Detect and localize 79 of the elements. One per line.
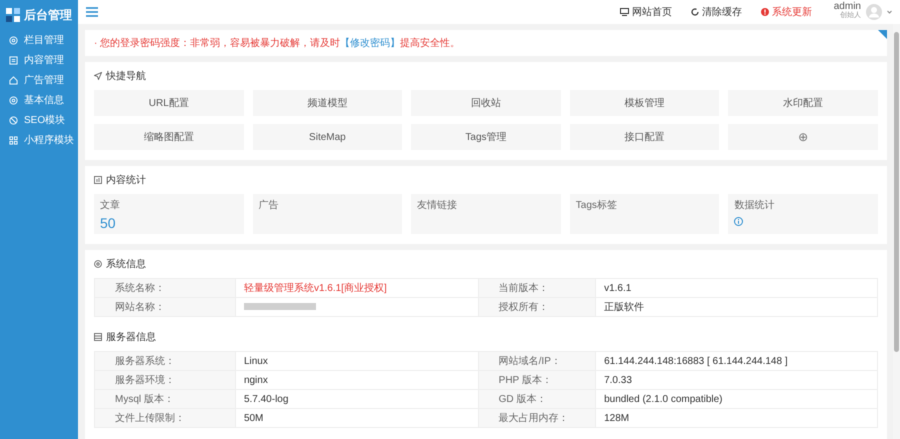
- ban-icon: [9, 116, 18, 124]
- field-label: 最大占用内存：: [478, 408, 596, 428]
- password-warning: · 您的登录密码强度：非常弱，容易被暴力破解，请及时【修改密码】提高安全性。: [94, 36, 462, 50]
- shortcut-button[interactable]: 模板管理: [570, 90, 720, 116]
- stat-label: Tags标签: [576, 198, 618, 212]
- stat-label: 文章: [100, 198, 121, 212]
- top-link[interactable]: 系统更新: [761, 5, 812, 19]
- shortcut-button[interactable]: 接口配置: [570, 124, 720, 150]
- shortcut-button[interactable]: SiteMap: [252, 124, 402, 150]
- send-icon: [94, 72, 102, 80]
- chart-icon: [94, 176, 102, 184]
- field-value: bundled (2.1.0 compatible): [596, 390, 878, 408]
- doc-icon: [9, 56, 18, 64]
- field-value: 61.144.244.148:16883 [ 61.144.244.148 ]: [596, 352, 878, 370]
- shortcut-button[interactable]: 缩略图配置: [94, 124, 244, 150]
- change-password-link[interactable]: 【修改密码】: [340, 38, 400, 49]
- sidebar-item[interactable]: 内容管理: [0, 50, 78, 70]
- caret-icon[interactable]: [887, 10, 892, 14]
- section-title: 服务器信息: [106, 330, 156, 344]
- field-label: GD 版本：: [478, 390, 596, 408]
- field-label: 文件上传限制：: [94, 408, 236, 428]
- top-link[interactable]: 清除缓存: [691, 5, 742, 19]
- sidebar-item[interactable]: 广告管理: [0, 70, 78, 90]
- field-label: 当前版本：: [478, 278, 596, 298]
- section-title: 内容统计: [106, 174, 146, 187]
- logo-text: 后台管理: [24, 6, 72, 24]
- field-value: 正版软件: [596, 298, 878, 316]
- grid-icon: [9, 136, 18, 144]
- stat-tile[interactable]: 友情链接: [411, 194, 561, 234]
- logo-icon: [6, 8, 21, 22]
- field-label: 服务器系统：: [94, 352, 236, 370]
- field-value: 7.0.33: [596, 370, 878, 390]
- menu-icon[interactable]: [86, 7, 98, 17]
- stat-label: 数据统计: [734, 198, 776, 212]
- field-label: 网站名称：: [94, 298, 236, 316]
- alert-icon: [761, 8, 769, 16]
- refresh-icon: [691, 8, 699, 16]
- field-value: 128M: [596, 408, 878, 428]
- field-label: PHP 版本：: [478, 370, 596, 390]
- field-label: 系统名称：: [94, 278, 236, 298]
- home-icon: [9, 76, 18, 84]
- stat-label: 友情链接: [417, 198, 458, 212]
- field-label: Mysql 版本：: [94, 390, 236, 408]
- info-icon: [734, 217, 744, 226]
- stat-tile[interactable]: Tags标签: [570, 194, 720, 234]
- corner-flag-icon: [878, 30, 887, 39]
- field-label: 网站域名/IP：: [478, 352, 596, 370]
- shortcut-button[interactable]: Tags管理: [411, 124, 561, 150]
- gear-icon: [9, 96, 18, 104]
- shortcut-button[interactable]: 频道模型: [252, 90, 402, 116]
- field-value: nginx: [235, 370, 478, 390]
- sidebar-item[interactable]: 栏目管理: [0, 30, 78, 50]
- section-title: 快捷导航: [106, 70, 146, 83]
- add-shortcut-button[interactable]: ⊕: [728, 124, 878, 150]
- field-label: 授权所有：: [478, 298, 596, 316]
- stat-tile[interactable]: 数据统计: [728, 194, 878, 234]
- gear-icon: [94, 260, 102, 268]
- field-label: 服务器环境：: [94, 370, 236, 390]
- field-value: Linux: [235, 352, 478, 370]
- top-link[interactable]: 网站首页: [620, 5, 672, 19]
- stat-value: 50: [100, 215, 117, 231]
- monitor-icon: [620, 8, 629, 16]
- sidebar-item[interactable]: 小程序模块: [0, 130, 78, 150]
- stat-label: 广告: [258, 198, 280, 212]
- field-value: v1.6.1: [596, 278, 878, 298]
- shortcut-button[interactable]: 回收站: [411, 90, 561, 116]
- stat-tile[interactable]: 广告: [252, 194, 402, 234]
- shortcut-button[interactable]: URL配置: [94, 90, 244, 116]
- sidebar-item[interactable]: SEO模块: [0, 110, 78, 130]
- stat-tile[interactable]: 文章 50: [94, 194, 244, 234]
- sidebar-item[interactable]: 基本信息: [0, 90, 78, 110]
- list-icon: [94, 333, 102, 341]
- field-value: 5.7.40-log: [235, 390, 478, 408]
- shortcut-button[interactable]: 水印配置: [728, 90, 878, 116]
- field-value: 轻量级管理系统v1.6.1[商业授权]: [235, 278, 478, 298]
- user-name: admin: [834, 2, 861, 12]
- field-value: 50M: [235, 408, 478, 428]
- gear-icon: [9, 36, 18, 44]
- section-title: 系统信息: [106, 258, 146, 271]
